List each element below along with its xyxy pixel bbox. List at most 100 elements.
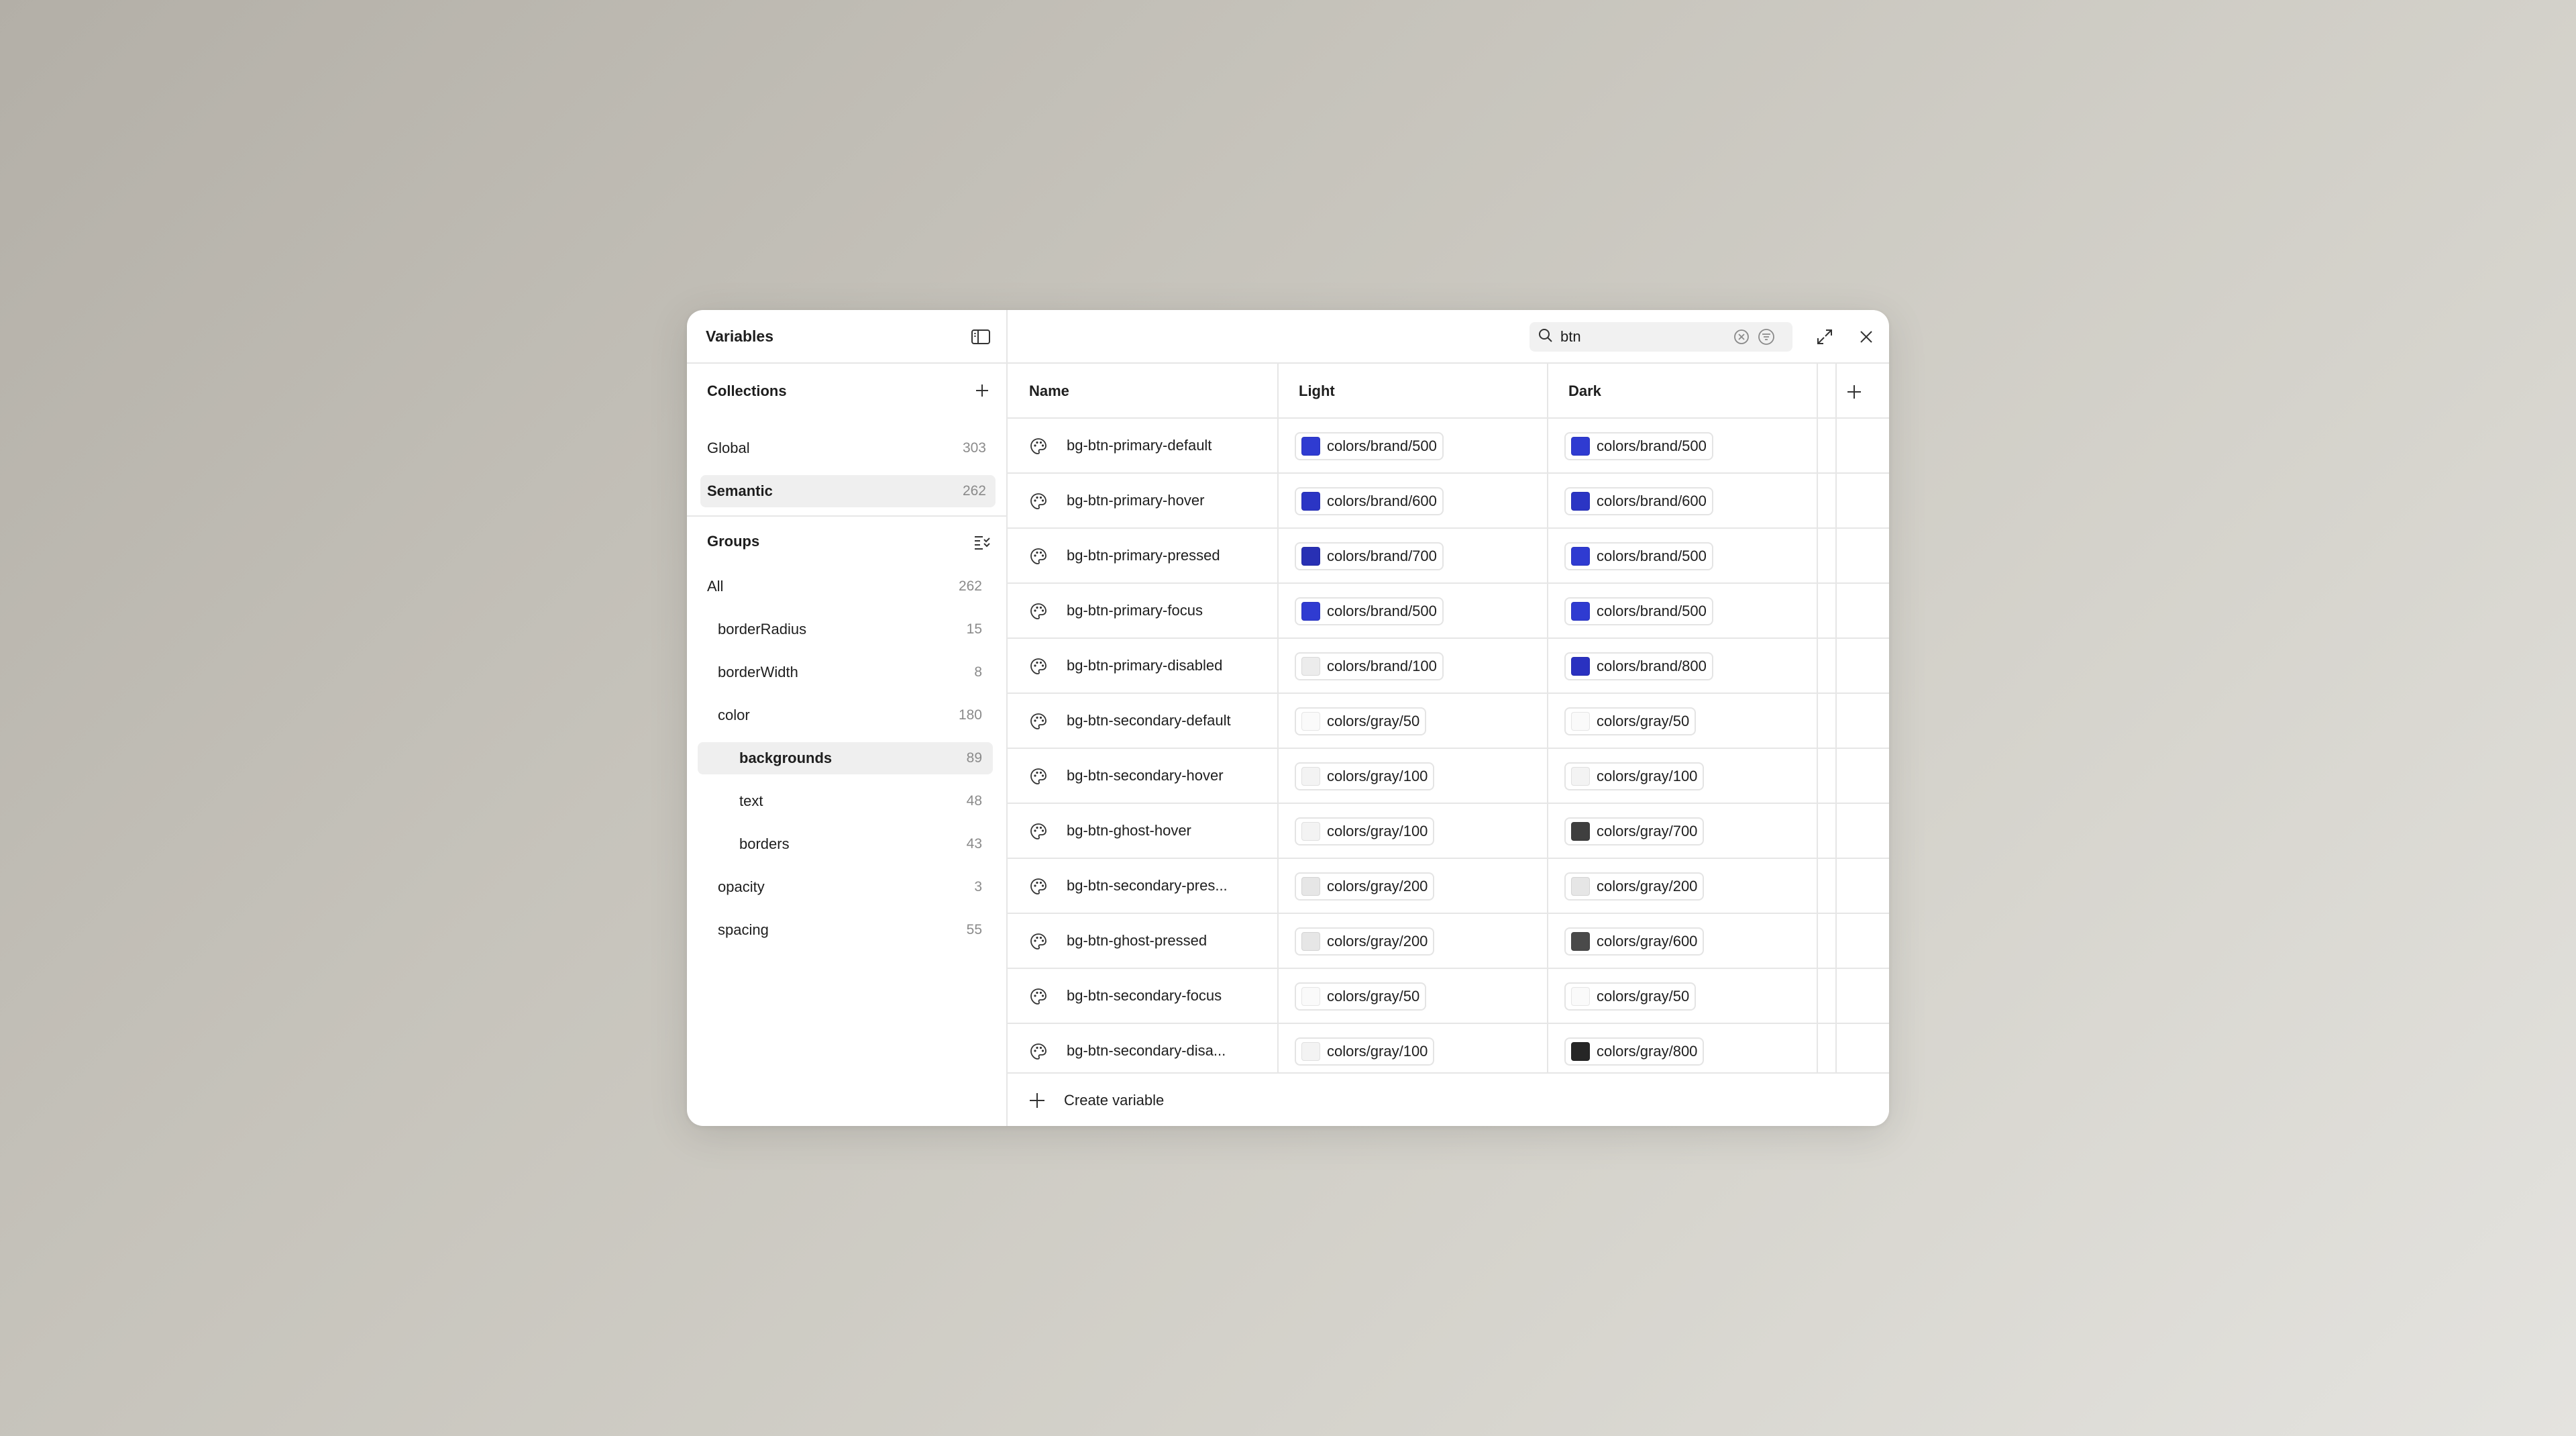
light-value-chip[interactable]: colors/gray/50 xyxy=(1295,982,1427,1011)
table-row[interactable]: bg-btn-ghost-hover colors/gray/100 colors/… xyxy=(1008,804,1889,859)
group-label: borderWidth xyxy=(718,664,798,680)
palette-icon xyxy=(1029,492,1048,511)
variable-name[interactable]: bg-btn-ghost-hover xyxy=(1067,804,1261,858)
group-item-borderradius[interactable]: borderRadius 15 xyxy=(698,613,993,646)
variables-window: Variables Collections Global 303 Semantic 2… xyxy=(687,310,1889,1126)
add-collection-plus-icon[interactable] xyxy=(970,378,994,403)
color-swatch xyxy=(1571,987,1590,1006)
light-value-chip[interactable]: colors/brand/500 xyxy=(1295,597,1444,625)
group-label: borders xyxy=(739,835,790,852)
expand-icon[interactable] xyxy=(1813,325,1837,349)
dark-value-chip[interactable]: colors/gray/50 xyxy=(1564,982,1697,1011)
group-item-backgrounds[interactable]: backgrounds 89 xyxy=(698,742,993,774)
variable-name[interactable]: bg-btn-secondary-hover xyxy=(1067,749,1261,803)
dark-value: colors/gray/100 xyxy=(1597,768,1698,784)
main-panel: Name Light Dark bg-btn-primary-default co… xyxy=(1008,310,1889,1126)
dark-value: colors/brand/800 xyxy=(1597,658,1707,674)
light-value-chip[interactable]: colors/brand/700 xyxy=(1295,542,1444,570)
table-row[interactable]: bg-btn-secondary-focus colors/gray/50 colo… xyxy=(1008,969,1889,1024)
table-row[interactable]: bg-btn-secondary-pres... colors/gray/200 c… xyxy=(1008,859,1889,914)
table-row[interactable]: bg-btn-secondary-default colors/gray/50 co… xyxy=(1008,694,1889,749)
group-item-color[interactable]: color 180 xyxy=(698,699,993,731)
variable-name[interactable]: bg-btn-primary-disabled xyxy=(1067,639,1261,693)
group-label: text xyxy=(739,792,763,809)
collection-item-global[interactable]: Global 303 xyxy=(700,432,996,464)
group-item-spacing[interactable]: spacing 55 xyxy=(698,914,993,946)
list-options-icon[interactable] xyxy=(970,530,994,554)
variable-name[interactable]: bg-btn-primary-pressed xyxy=(1067,529,1261,582)
table-row[interactable]: bg-btn-primary-pressed colors/brand/700 co… xyxy=(1008,529,1889,584)
light-value-chip[interactable]: colors/gray/100 xyxy=(1295,762,1435,790)
dark-value-chip[interactable]: colors/gray/700 xyxy=(1564,817,1705,845)
group-item-borderwidth[interactable]: borderWidth 8 xyxy=(698,656,993,688)
sidebar-toggle-icon[interactable] xyxy=(970,327,991,346)
column-divider xyxy=(1547,364,1548,1072)
collection-item-semantic[interactable]: Semantic 262 xyxy=(700,475,996,507)
table-row[interactable]: bg-btn-primary-disabled colors/brand/100 c… xyxy=(1008,639,1889,694)
dark-value-chip[interactable]: colors/brand/500 xyxy=(1564,542,1713,570)
variable-name[interactable]: bg-btn-secondary-default xyxy=(1067,694,1261,748)
dark-value-chip[interactable]: colors/gray/600 xyxy=(1564,927,1705,956)
dark-value-chip[interactable]: colors/gray/200 xyxy=(1564,872,1705,901)
variable-name[interactable]: bg-btn-primary-focus xyxy=(1067,584,1261,637)
create-variable-button[interactable]: Create variable xyxy=(1028,1086,1164,1115)
dark-value-chip[interactable]: colors/gray/50 xyxy=(1564,707,1697,735)
variable-name[interactable]: bg-btn-primary-default xyxy=(1067,419,1261,472)
group-count: 15 xyxy=(966,621,982,637)
dark-value-chip[interactable]: colors/brand/600 xyxy=(1564,487,1713,515)
light-value: colors/gray/50 xyxy=(1327,988,1420,1005)
group-item-opacity[interactable]: opacity 3 xyxy=(698,871,993,903)
group-item-borders[interactable]: borders 43 xyxy=(698,828,993,860)
variable-name[interactable]: bg-btn-secondary-focus xyxy=(1067,969,1261,1023)
color-swatch xyxy=(1301,602,1320,621)
palette-icon xyxy=(1029,987,1048,1006)
collection-label: Global xyxy=(707,440,750,456)
variable-name[interactable]: bg-btn-ghost-pressed xyxy=(1067,914,1261,968)
column-header-name[interactable]: Name xyxy=(1008,364,1277,419)
search-input[interactable] xyxy=(1560,328,1721,346)
clear-circle-icon[interactable] xyxy=(1733,329,1750,345)
window-title: Variables xyxy=(706,327,774,345)
table-row[interactable]: bg-btn-secondary-disa... colors/gray/100 c… xyxy=(1008,1024,1889,1072)
light-value-chip[interactable]: colors/gray/50 xyxy=(1295,707,1427,735)
group-item-all[interactable]: All 262 xyxy=(698,570,993,603)
light-value-chip[interactable]: colors/gray/200 xyxy=(1295,872,1435,901)
column-header-light[interactable]: Light xyxy=(1277,364,1547,419)
palette-icon xyxy=(1029,437,1048,456)
color-swatch xyxy=(1301,822,1320,841)
dark-value-chip[interactable]: colors/brand/800 xyxy=(1564,652,1713,680)
create-variable-label: Create variable xyxy=(1064,1092,1165,1109)
table-row[interactable]: bg-btn-ghost-pressed colors/gray/200 color… xyxy=(1008,914,1889,969)
column-divider xyxy=(1817,364,1818,1072)
light-value-chip[interactable]: colors/brand/600 xyxy=(1295,487,1444,515)
color-swatch xyxy=(1301,987,1320,1006)
dark-value: colors/gray/700 xyxy=(1597,823,1698,839)
table-row[interactable]: bg-btn-primary-default colors/brand/500 co… xyxy=(1008,419,1889,474)
dark-value: colors/brand/600 xyxy=(1597,493,1707,509)
palette-icon xyxy=(1029,547,1048,566)
dark-value-chip[interactable]: colors/brand/500 xyxy=(1564,432,1713,460)
dark-value-chip[interactable]: colors/gray/800 xyxy=(1564,1037,1705,1066)
table-row[interactable]: bg-btn-secondary-hover colors/gray/100 col… xyxy=(1008,749,1889,804)
light-value-chip[interactable]: colors/brand/100 xyxy=(1295,652,1444,680)
filter-icon[interactable] xyxy=(1758,328,1775,346)
column-header-dark[interactable]: Dark xyxy=(1547,364,1817,419)
variable-name[interactable]: bg-btn-primary-hover xyxy=(1067,474,1261,527)
light-value-chip[interactable]: colors/gray/200 xyxy=(1295,927,1435,956)
light-value-chip[interactable]: colors/gray/100 xyxy=(1295,817,1435,845)
search-box[interactable] xyxy=(1529,322,1792,352)
close-icon[interactable] xyxy=(1854,325,1878,349)
variable-name[interactable]: bg-btn-secondary-disa... xyxy=(1067,1024,1261,1072)
light-value-chip[interactable]: colors/gray/100 xyxy=(1295,1037,1435,1066)
dark-value-chip[interactable]: colors/gray/100 xyxy=(1564,762,1705,790)
table-row[interactable]: bg-btn-primary-focus colors/brand/500 colo… xyxy=(1008,584,1889,639)
color-swatch xyxy=(1571,877,1590,896)
table-row[interactable]: bg-btn-primary-hover colors/brand/600 colo… xyxy=(1008,474,1889,529)
group-count: 8 xyxy=(974,664,982,680)
group-item-text[interactable]: text 48 xyxy=(698,785,993,817)
light-value-chip[interactable]: colors/brand/500 xyxy=(1295,432,1444,460)
light-value: colors/gray/100 xyxy=(1327,1043,1428,1060)
add-column-plus-icon[interactable] xyxy=(1841,378,1868,405)
variable-name[interactable]: bg-btn-secondary-pres... xyxy=(1067,859,1261,913)
dark-value-chip[interactable]: colors/brand/500 xyxy=(1564,597,1713,625)
